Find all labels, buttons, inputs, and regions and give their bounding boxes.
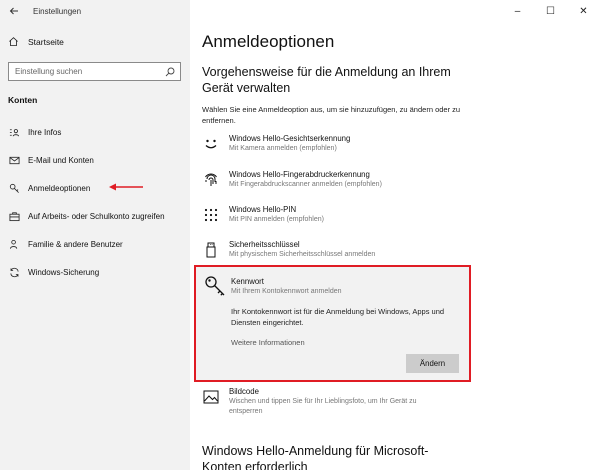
- sidebar-item-label: Anmeldeoptionen: [28, 183, 91, 193]
- intro-text: Wählen Sie eine Anmeldeoption aus, um si…: [202, 105, 461, 125]
- option-kennwort-expanded[interactable]: Kennwort Mit Ihrem Kontokennwort anmelde…: [194, 265, 471, 382]
- sidebar-item-email[interactable]: E-Mail und Konten: [8, 151, 186, 169]
- pin-keypad-icon: [204, 208, 218, 222]
- sidebar-item-label: Ihre Infos: [28, 127, 62, 137]
- sidebar-item-familie[interactable]: Familie & andere Benutzer: [8, 235, 186, 253]
- close-button[interactable]: ✕: [567, 0, 600, 22]
- app-title: Einstellungen: [33, 6, 82, 16]
- page-subtitle: Vorgehensweise für die Anmeldung an Ihre…: [202, 65, 451, 95]
- sidebar-item-label: Familie & andere Benutzer: [28, 239, 123, 249]
- back-button[interactable]: [3, 0, 25, 22]
- option-fingerabdruck[interactable]: Windows Hello-Fingerabdruckerkennung Mit…: [202, 170, 582, 190]
- fingerprint-icon: [205, 173, 217, 186]
- window-controls: – ☐ ✕: [501, 0, 600, 22]
- page-title: Anmeldeoptionen: [202, 32, 335, 51]
- home-label: Startseite: [28, 36, 64, 47]
- option-description: Mit PIN anmelden (empfohlen): [229, 216, 324, 223]
- usb-key-icon: [206, 242, 216, 258]
- option-title: Windows Hello-Gesichtserkennung: [229, 134, 351, 143]
- kennwort-description: Mit Ihrem Kontokennwort anmelden: [231, 288, 342, 295]
- sidebar-item-label: Auf Arbeits- oder Schulkonto zugreifen: [28, 211, 165, 221]
- settings-search[interactable]: [8, 62, 181, 81]
- option-description: Mit physischem Sicherheitsschlüssel anme…: [229, 251, 376, 258]
- sidebar-item-label: E-Mail und Konten: [28, 155, 94, 165]
- title-bar: Einstellungen: [0, 0, 190, 22]
- people-icon: [9, 239, 17, 249]
- kennwort-title: Kennwort: [231, 277, 264, 286]
- kennwort-info: Ihr Kontokennwort ist für die Anmeldung …: [231, 307, 445, 327]
- main-content: – ☐ ✕ Anmeldeoptionen Vorgehensweise für…: [190, 0, 600, 470]
- annotation-arrow: [109, 183, 143, 191]
- option-description: Wischen und tippen Sie für Ihr Lieblings…: [229, 398, 417, 415]
- sidebar-item-ihre-infos[interactable]: Ihre Infos: [8, 123, 186, 141]
- option-pin[interactable]: Windows Hello-PIN Mit PIN anmelden (empf…: [202, 205, 582, 225]
- option-title: Bildcode: [229, 387, 259, 396]
- maximize-button[interactable]: ☐: [534, 0, 567, 22]
- option-gesichtserkennung[interactable]: Windows Hello-Gesichtserkennung Mit Kame…: [202, 134, 582, 154]
- key-icon: [9, 183, 19, 193]
- person-card-icon: [9, 128, 19, 136]
- option-title: Sicherheitsschlüssel: [229, 240, 300, 249]
- face-icon: [205, 139, 217, 149]
- home-link[interactable]: Startseite: [8, 36, 64, 47]
- mail-icon: [9, 156, 19, 164]
- search-icon: [165, 67, 175, 76]
- option-description: Mit Fingerabdruckscanner anmelden (empfo…: [229, 181, 382, 188]
- sidebar-item-sicherung[interactable]: Windows-Sicherung: [8, 263, 186, 281]
- change-password-button[interactable]: Ändern: [406, 354, 459, 373]
- home-icon: [9, 37, 18, 47]
- option-title: Windows Hello-Fingerabdruckerkennung: [229, 170, 370, 179]
- sidebar: Einstellungen Startseite Konten Ihre Inf…: [0, 0, 190, 470]
- sidebar-item-label: Windows-Sicherung: [28, 267, 100, 277]
- section-label: Konten: [8, 95, 38, 105]
- option-description: Mit Kamera anmelden (empfohlen): [229, 145, 337, 152]
- sidebar-item-arbeitskonto[interactable]: Auf Arbeits- oder Schulkonto zugreifen: [8, 207, 186, 225]
- sync-icon: [9, 267, 19, 277]
- more-info-link[interactable]: Weitere Informationen: [231, 338, 305, 347]
- search-input[interactable]: [9, 67, 159, 76]
- sidebar-item-anmeldeoptionen[interactable]: Anmeldeoptionen: [8, 179, 186, 197]
- back-arrow-icon: [9, 7, 18, 15]
- section-heading-hello: Windows Hello-Anmeldung für Microsoft-Ko…: [202, 444, 429, 470]
- briefcase-icon: [9, 211, 19, 221]
- option-sicherheitsschluessel[interactable]: Sicherheitsschlüssel Mit physischem Sich…: [202, 240, 582, 260]
- picture-icon: [203, 390, 219, 404]
- minimize-button[interactable]: –: [501, 0, 534, 22]
- password-key-icon: [205, 276, 225, 296]
- option-bildcode[interactable]: Bildcode Wischen und tippen Sie für Ihr …: [202, 387, 582, 417]
- option-title: Windows Hello-PIN: [229, 205, 297, 214]
